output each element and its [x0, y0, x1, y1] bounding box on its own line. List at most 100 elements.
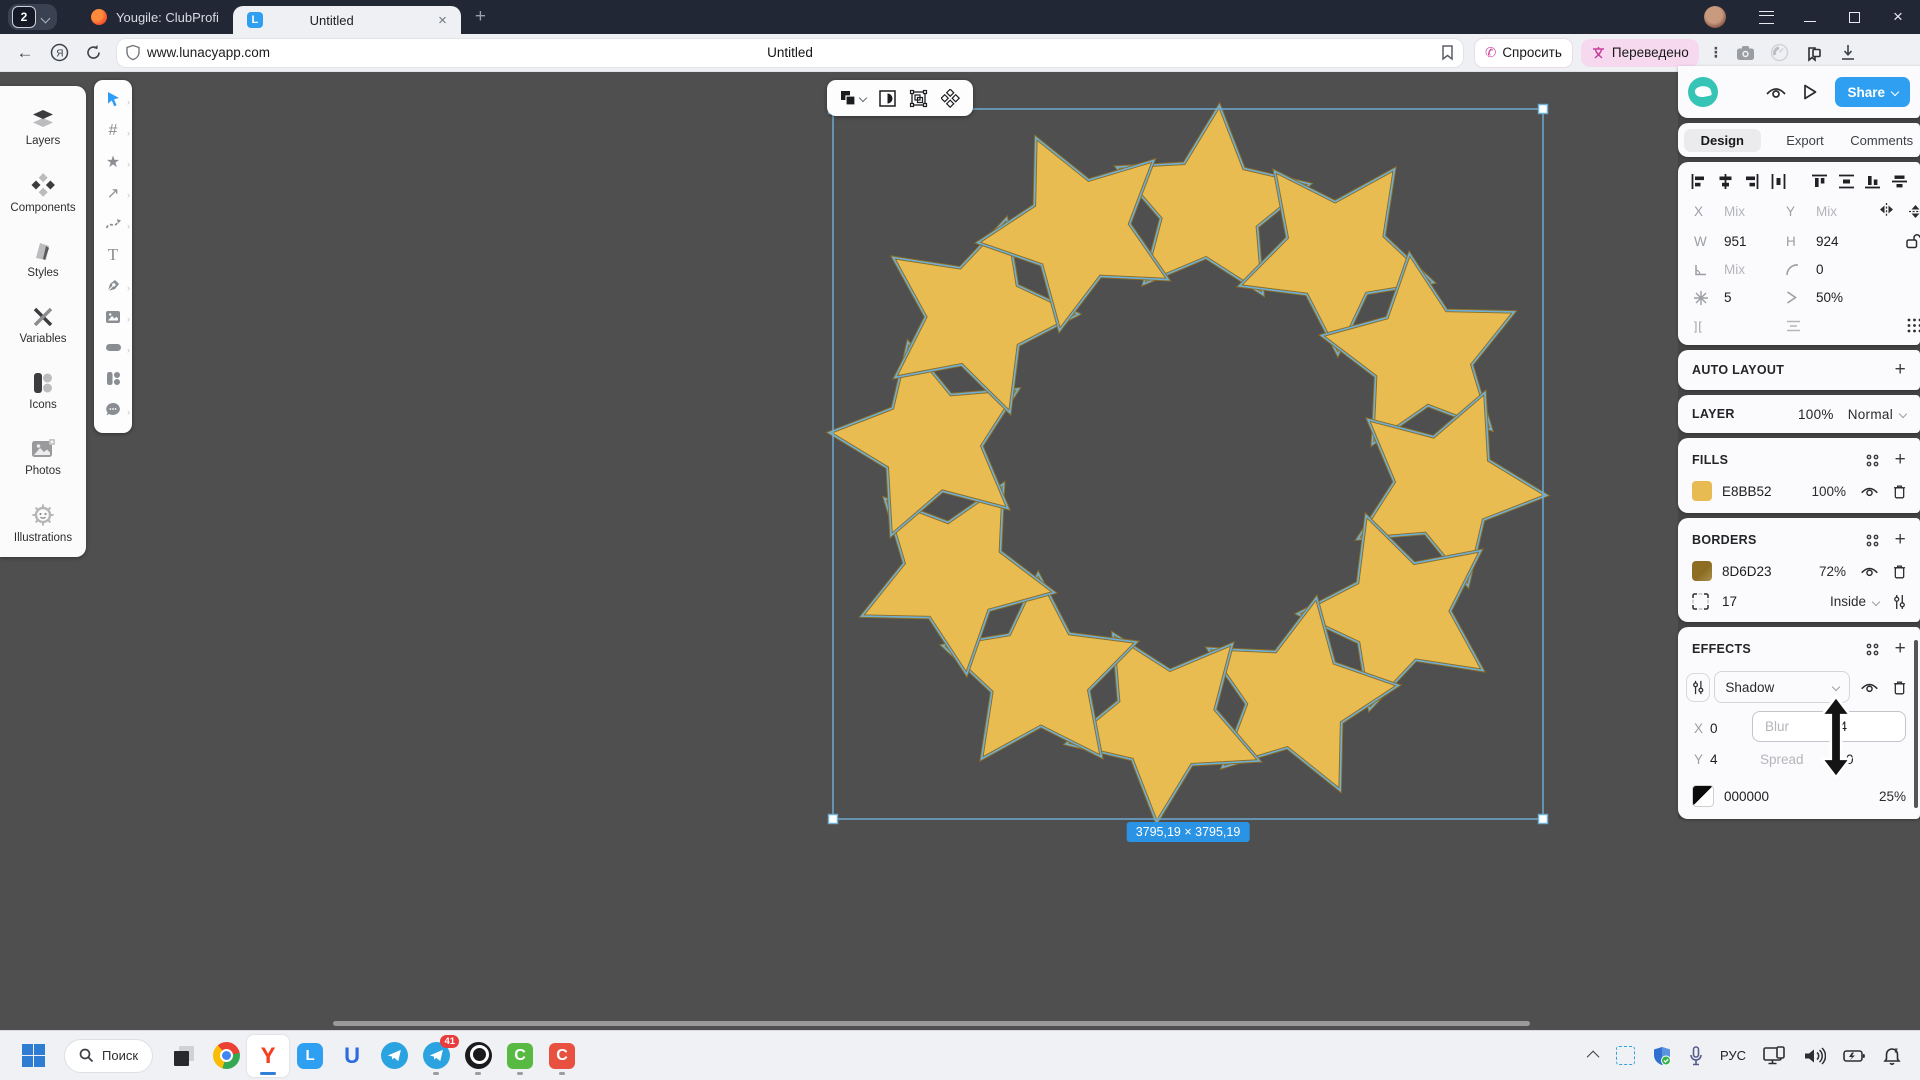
tab-list-chevron-icon[interactable]: [41, 13, 51, 23]
selection-handle[interactable]: [1539, 815, 1548, 824]
lock-ratio-icon[interactable]: [1905, 233, 1920, 249]
fill-styles-icon[interactable]: [1866, 454, 1879, 467]
snip-tool-icon[interactable]: [1616, 1046, 1635, 1065]
shape-tool-star[interactable]: ★›: [94, 146, 132, 177]
tool-flyout-chevron-icon[interactable]: ›: [127, 314, 130, 324]
share-button[interactable]: Share: [1835, 77, 1910, 107]
tab-close-icon[interactable]: ×: [438, 12, 447, 29]
delete-fill-trash-icon[interactable]: [1893, 484, 1906, 499]
layout-grid-dots-icon[interactable]: [1907, 318, 1920, 333]
sidebar-item-variables[interactable]: Variables: [0, 292, 86, 358]
screenshot-camera-button[interactable]: [1729, 39, 1763, 67]
volume-icon[interactable]: [1804, 1047, 1826, 1065]
frame-selection-button[interactable]: [909, 89, 928, 108]
back-button[interactable]: ←: [8, 39, 42, 67]
taskbar-app-obs[interactable]: [457, 1035, 499, 1077]
fill-opacity[interactable]: 100%: [1811, 484, 1846, 499]
tool-flyout-chevron-icon[interactable]: ›: [127, 128, 130, 138]
yandex-home-button[interactable]: Я: [42, 39, 76, 67]
translated-button[interactable]: Переведено: [1581, 39, 1699, 67]
add-fill-button[interactable]: +: [1895, 449, 1906, 471]
taskbar-app-camtasia[interactable]: C: [499, 1035, 541, 1077]
frame-tool[interactable]: #›: [94, 115, 132, 146]
taskbar-app-lunacy[interactable]: L: [289, 1035, 331, 1077]
rotation-value[interactable]: Mix: [1724, 262, 1786, 277]
downloads-button[interactable]: [1831, 39, 1865, 67]
arrow-tool[interactable]: ↗›: [94, 177, 132, 208]
align-middle-vertical-icon[interactable]: [1892, 174, 1907, 189]
border-settings-sliders-icon[interactable]: [1893, 594, 1906, 610]
tab-export[interactable]: Export: [1767, 129, 1844, 152]
effect-styles-icon[interactable]: [1866, 643, 1879, 656]
border-color-swatch[interactable]: [1692, 561, 1712, 581]
language-indicator[interactable]: РУС: [1720, 1048, 1746, 1063]
flatten-button[interactable]: [941, 89, 960, 108]
y-value[interactable]: Mix: [1816, 204, 1878, 219]
fill-row[interactable]: E8BB52 100%: [1678, 481, 1920, 501]
padding-icon[interactable]: ][: [1694, 319, 1724, 333]
tray-overflow-chevron-icon[interactable]: [1587, 1051, 1600, 1064]
shadow-color-swatch[interactable]: [1692, 785, 1714, 807]
selection-handle[interactable]: [1539, 105, 1548, 114]
sidebar-item-components[interactable]: Components: [0, 160, 86, 226]
address-bar[interactable]: www.lunacyapp.com Untitled: [116, 38, 1464, 68]
spacing-icon[interactable]: [1786, 320, 1801, 332]
shadow-spread-value[interactable]: 0: [1846, 752, 1920, 767]
taskbar-app-recorder[interactable]: C: [541, 1035, 583, 1077]
component-tool[interactable]: [94, 363, 132, 394]
border-width-value[interactable]: 17: [1722, 594, 1737, 609]
comment-tool[interactable]: ›: [94, 394, 132, 425]
tool-flyout-chevron-icon[interactable]: ›: [127, 283, 130, 293]
refresh-button[interactable]: [76, 39, 110, 67]
effect-visibility-eye-icon[interactable]: [1860, 681, 1879, 694]
preview-eye-icon[interactable]: [1765, 85, 1787, 100]
border-color-hex[interactable]: 8D6D23: [1722, 564, 1772, 579]
browser-profile-avatar[interactable]: [1704, 6, 1726, 28]
tool-flyout-chevron-icon[interactable]: ›: [127, 407, 130, 417]
canvas-horizontal-scrollbar[interactable]: [333, 1021, 1530, 1026]
microphone-icon[interactable]: [1689, 1046, 1703, 1066]
taskbar-app-explorer[interactable]: [163, 1035, 205, 1077]
select-tool[interactable]: ›: [94, 84, 132, 115]
fill-color-hex[interactable]: E8BB52: [1722, 484, 1772, 499]
taskbar-app-telegram[interactable]: [373, 1035, 415, 1077]
image-tool[interactable]: ›: [94, 301, 132, 332]
radius-value[interactable]: 0: [1816, 262, 1878, 277]
shadow-opacity[interactable]: 25%: [1879, 789, 1906, 804]
border-visibility-eye-icon[interactable]: [1860, 565, 1879, 578]
window-minimize-button[interactable]: [1788, 0, 1832, 34]
ratio-value[interactable]: 50%: [1816, 290, 1878, 305]
sidebar-item-layers[interactable]: Layers: [0, 94, 86, 160]
tool-flyout-chevron-icon[interactable]: ›: [127, 345, 130, 355]
windows-security-icon[interactable]: [1652, 1046, 1672, 1066]
play-prototype-icon[interactable]: [1803, 84, 1817, 100]
align-left-icon[interactable]: [1691, 174, 1706, 189]
collections-button[interactable]: [1797, 39, 1831, 67]
window-restore-button[interactable]: [1832, 0, 1876, 34]
performance-meter-button[interactable]: [1763, 39, 1797, 67]
tool-flyout-chevron-icon[interactable]: ›: [127, 190, 130, 200]
panel-scrollbar[interactable]: [1914, 640, 1918, 808]
battery-icon[interactable]: [1843, 1049, 1865, 1063]
border-opacity[interactable]: 72%: [1819, 564, 1846, 579]
border-color-row[interactable]: 8D6D23 72%: [1678, 561, 1920, 581]
design-canvas[interactable]: [0, 71, 1920, 1030]
tab-comments[interactable]: Comments: [1843, 129, 1920, 152]
tab-design[interactable]: Design: [1684, 129, 1761, 152]
border-position-dropdown[interactable]: Inside: [1830, 594, 1879, 609]
align-bottom-icon[interactable]: [1865, 174, 1880, 189]
shadow-y-value[interactable]: 4: [1710, 752, 1760, 767]
add-border-button[interactable]: +: [1895, 529, 1906, 551]
points-value[interactable]: 5: [1724, 290, 1786, 305]
x-value[interactable]: Mix: [1724, 204, 1786, 219]
tool-flyout-chevron-icon[interactable]: ›: [127, 97, 130, 107]
window-close-button[interactable]: ×: [1876, 0, 1920, 34]
button-tool[interactable]: ›: [94, 332, 132, 363]
sidebar-item-illustrations[interactable]: Illustrations: [0, 490, 86, 556]
shadow-color-hex[interactable]: 000000: [1724, 789, 1769, 804]
align-right-icon[interactable]: [1744, 174, 1759, 189]
align-center-horizontal-icon[interactable]: [1718, 174, 1733, 189]
sidebar-item-icons[interactable]: Icons: [0, 358, 86, 424]
shadow-color-row[interactable]: 000000 25%: [1678, 785, 1920, 807]
tab-yougile[interactable]: Yougile: ClubProfi: [77, 0, 233, 34]
